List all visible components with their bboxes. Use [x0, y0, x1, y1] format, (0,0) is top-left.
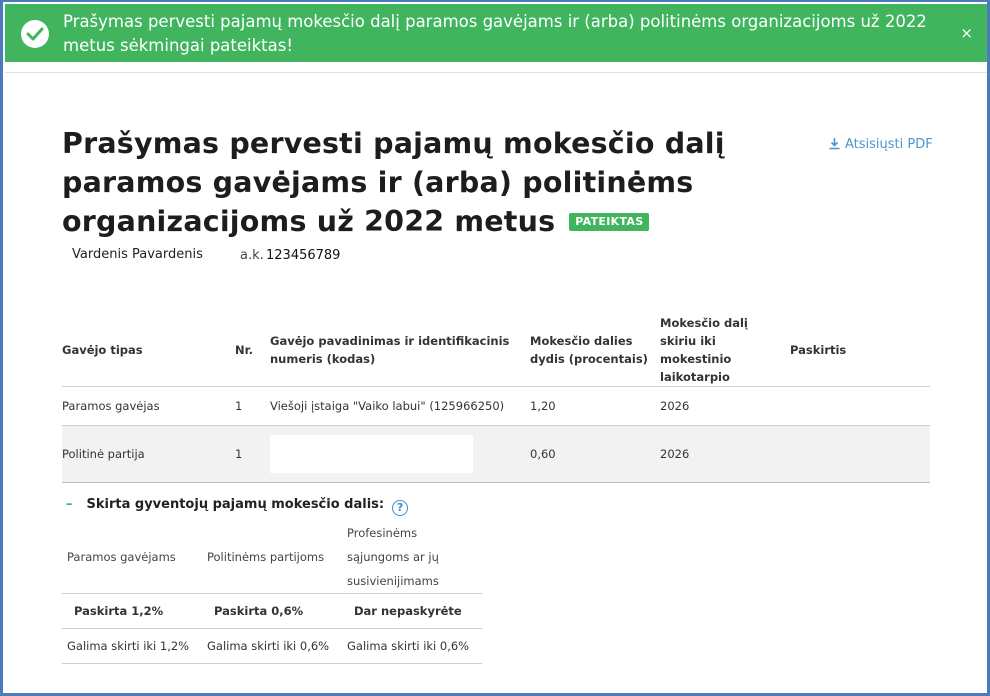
cell-type: Politinė partija: [62, 425, 235, 483]
col-number: Nr.: [235, 314, 270, 387]
share-col-donees: Paramos gavėjams: [62, 521, 202, 594]
download-pdf-label: Atsisiųsti PDF: [845, 137, 933, 152]
limit-parties: Galima skirti iki 0,6%: [202, 628, 342, 664]
personal-code-label: a.k.: [240, 248, 264, 263]
check-circle-icon: [21, 20, 49, 48]
cell-name: Viešoji įstaiga "Vaiko labui" (125966250…: [270, 386, 530, 426]
redacted-name-box: [270, 435, 473, 473]
col-recipient-name: Gavėjo pavadinimas ir identifikacinis nu…: [270, 314, 530, 387]
table-row: Paramos gavėjas 1 Viešoji įstaiga "Vaiko…: [62, 386, 930, 426]
cell-nr: 1: [235, 425, 270, 483]
status-badge: PATEIKTAS: [569, 213, 650, 231]
status-unions: Dar nepaskyrėte: [342, 593, 482, 629]
cell-nr: 1: [235, 386, 270, 426]
share-section-title: Skirta gyventojų pajamų mokesčio dalis:: [86, 497, 385, 512]
limit-unions: Galima skirti iki 0,6%: [342, 628, 482, 664]
recipients-table: Gavėjo tipas Nr. Gavėjo pavadinimas ir i…: [62, 314, 930, 483]
share-section-header[interactable]: – Skirta gyventojų pajamų mokesčio dalis:…: [66, 497, 409, 516]
person-name: Vardenis Pavardenis: [72, 247, 203, 262]
personal-code-value: 123456789: [266, 248, 341, 263]
col-percent: Mokesčio dalies dydis (procentais): [530, 314, 660, 387]
close-icon[interactable]: ×: [960, 24, 973, 42]
header-divider: [5, 72, 987, 73]
cell-until: 2026: [660, 386, 790, 426]
col-recipient-type: Gavėjo tipas: [62, 314, 235, 387]
table-row: Politinė partija 1 0,60 2026: [62, 425, 930, 483]
cell-purpose: [790, 386, 930, 426]
share-col-unions: Profesinėms sąjungoms ar jų susivienijim…: [342, 521, 482, 594]
table-header-row: Gavėjo tipas Nr. Gavėjo pavadinimas ir i…: [62, 314, 930, 387]
status-parties: Paskirta 0,6%: [202, 593, 342, 629]
collapse-toggle[interactable]: –: [66, 497, 73, 512]
share-status-row: Paskirta 1,2% Paskirta 0,6% Dar nepaskyr…: [62, 593, 482, 629]
status-donees: Paskirta 1,2%: [62, 593, 202, 629]
cell-name: [270, 425, 530, 483]
col-purpose: Paskirtis: [790, 314, 930, 387]
share-limit-row: Galima skirti iki 1,2% Galima skirti iki…: [62, 628, 482, 664]
share-col-parties: Politinėms partijoms: [202, 521, 342, 594]
banner-message: Prašymas pervesti pajamų mokesčio dalį p…: [63, 12, 927, 55]
download-icon: [829, 138, 840, 150]
col-until: Mokesčio dalį skiriu iki mokestinio laik…: [660, 314, 790, 387]
cell-type: Paramos gavėjas: [62, 386, 235, 426]
download-pdf-link[interactable]: Atsisiųsti PDF: [828, 137, 933, 152]
share-table: Paramos gavėjams Politinėms partijoms Pr…: [62, 521, 482, 664]
page-title: Prašymas pervesti pajamų mokesčio dalį p…: [62, 124, 812, 241]
cell-purpose: [790, 425, 930, 483]
success-banner: Prašymas pervesti pajamų mokesčio dalį p…: [5, 4, 987, 62]
share-header-row: Paramos gavėjams Politinėms partijoms Pr…: [62, 521, 482, 594]
cell-until: 2026: [660, 425, 790, 483]
cell-percent: 0,60: [530, 425, 660, 483]
limit-donees: Galima skirti iki 1,2%: [62, 628, 202, 664]
cell-percent: 1,20: [530, 386, 660, 426]
help-icon[interactable]: ?: [392, 500, 409, 516]
